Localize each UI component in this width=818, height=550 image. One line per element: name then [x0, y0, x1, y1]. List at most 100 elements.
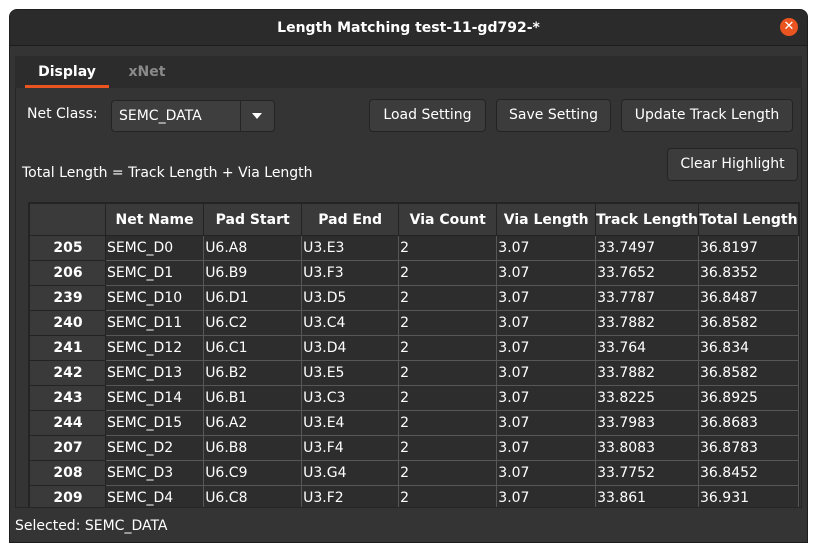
column-header-track-length[interactable]: Track Length — [595, 203, 700, 236]
via-length-cell[interactable]: 3.07 — [496, 285, 597, 311]
via-count-cell[interactable]: 2 — [398, 360, 498, 386]
via-length-cell[interactable]: 3.07 — [496, 460, 597, 486]
total-length-cell[interactable]: 36.8197 — [698, 235, 799, 261]
track-length-cell[interactable]: 33.8225 — [595, 385, 700, 411]
row-number[interactable]: 240 — [29, 310, 106, 336]
length-table[interactable]: Net Name Pad Start Pad End Via Count Via… — [28, 202, 800, 508]
clear-highlight-button[interactable]: Clear Highlight — [667, 148, 798, 181]
pad-start-cell[interactable]: U6.B9 — [203, 260, 303, 286]
tab-display[interactable]: Display — [25, 56, 109, 88]
title-bar[interactable]: Length Matching test-11-gd792-* ✕ — [10, 10, 807, 46]
pad-end-cell[interactable]: U3.F4 — [301, 435, 400, 461]
column-header-pad-start[interactable]: Pad Start — [203, 203, 303, 236]
via-length-cell[interactable]: 3.07 — [496, 410, 597, 436]
table-row[interactable]: 243 SEMC_D14 U6.B1 U3.C3 2 3.07 33.8225 36.8925 — [29, 385, 799, 411]
net-name-cell[interactable]: SEMC_D12 — [104, 335, 205, 361]
net-name-cell[interactable]: SEMC_D1 — [104, 260, 205, 286]
close-button[interactable]: ✕ — [780, 18, 798, 36]
net-name-cell[interactable]: SEMC_D14 — [104, 385, 205, 411]
track-length-cell[interactable]: 33.7882 — [595, 310, 700, 336]
table-row[interactable]: 208 SEMC_D3 U6.C9 U3.G4 2 3.07 33.7752 36.8452 — [29, 460, 799, 486]
pad-end-cell[interactable]: U3.D4 — [301, 335, 400, 361]
total-length-cell[interactable]: 36.8487 — [698, 285, 799, 311]
total-length-cell[interactable]: 36.8582 — [698, 310, 799, 336]
pad-start-cell[interactable]: U6.B8 — [203, 435, 303, 461]
row-number[interactable]: 208 — [29, 460, 106, 486]
track-length-cell[interactable]: 33.7983 — [595, 410, 700, 436]
save-setting-button[interactable]: Save Setting — [496, 99, 611, 132]
table-row[interactable]: 241 SEMC_D12 U6.C1 U3.D4 2 3.07 33.764 36.834 — [29, 335, 799, 361]
pad-end-cell[interactable]: U3.C4 — [301, 310, 400, 336]
pad-start-cell[interactable]: U6.C9 — [203, 460, 303, 486]
column-header-via-length[interactable]: Via Length — [496, 203, 597, 236]
net-name-cell[interactable]: SEMC_D4 — [104, 485, 205, 507]
pad-start-cell[interactable]: U6.D1 — [203, 285, 303, 311]
net-name-cell[interactable]: SEMC_D3 — [104, 460, 205, 486]
via-count-cell[interactable]: 2 — [398, 410, 498, 436]
pad-end-cell[interactable]: U3.E4 — [301, 410, 400, 436]
track-length-cell[interactable]: 33.7882 — [595, 360, 700, 386]
corner-header[interactable] — [29, 203, 106, 236]
via-length-cell[interactable]: 3.07 — [496, 335, 597, 361]
total-length-cell[interactable]: 36.8683 — [698, 410, 799, 436]
track-length-cell[interactable]: 33.7752 — [595, 460, 700, 486]
net-name-cell[interactable]: SEMC_D2 — [104, 435, 205, 461]
table-row[interactable]: 242 SEMC_D13 U6.B2 U3.E5 2 3.07 33.7882 36.8582 — [29, 360, 799, 386]
row-number[interactable]: 243 — [29, 385, 106, 411]
total-length-cell[interactable]: 36.8452 — [698, 460, 799, 486]
track-length-cell[interactable]: 33.861 — [595, 485, 700, 507]
via-count-cell[interactable]: 2 — [398, 335, 498, 361]
total-length-cell[interactable]: 36.931 — [698, 485, 799, 507]
update-track-length-button[interactable]: Update Track Length — [621, 99, 793, 132]
netclass-select[interactable]: SEMC_DATA — [111, 100, 275, 132]
via-length-cell[interactable]: 3.07 — [496, 485, 597, 507]
net-name-cell[interactable]: SEMC_D15 — [104, 410, 205, 436]
total-length-cell[interactable]: 36.8925 — [698, 385, 799, 411]
pad-end-cell[interactable]: U3.C3 — [301, 385, 400, 411]
row-number[interactable]: 207 — [29, 435, 106, 461]
via-count-cell[interactable]: 2 — [398, 260, 498, 286]
via-length-cell[interactable]: 3.07 — [496, 260, 597, 286]
row-number[interactable]: 206 — [29, 260, 106, 286]
row-number[interactable]: 209 — [29, 485, 106, 507]
pad-start-cell[interactable]: U6.C8 — [203, 485, 303, 507]
pad-end-cell[interactable]: U3.D5 — [301, 285, 400, 311]
via-count-cell[interactable]: 2 — [398, 485, 498, 507]
pad-end-cell[interactable]: U3.G4 — [301, 460, 400, 486]
column-header-via-count[interactable]: Via Count — [398, 203, 498, 236]
via-count-cell[interactable]: 2 — [398, 460, 498, 486]
via-length-cell[interactable]: 3.07 — [496, 360, 597, 386]
via-count-cell[interactable]: 2 — [398, 285, 498, 311]
net-name-cell[interactable]: SEMC_D11 — [104, 310, 205, 336]
table-row[interactable]: 239 SEMC_D10 U6.D1 U3.D5 2 3.07 33.7787 36.8487 — [29, 285, 799, 311]
row-number[interactable]: 242 — [29, 360, 106, 386]
net-name-cell[interactable]: SEMC_D13 — [104, 360, 205, 386]
track-length-cell[interactable]: 33.7497 — [595, 235, 700, 261]
table-row[interactable]: 209 SEMC_D4 U6.C8 U3.F2 2 3.07 33.861 36.931 — [29, 485, 799, 507]
net-name-cell[interactable]: SEMC_D10 — [104, 285, 205, 311]
via-count-cell[interactable]: 2 — [398, 385, 498, 411]
row-number[interactable]: 241 — [29, 335, 106, 361]
total-length-cell[interactable]: 36.8352 — [698, 260, 799, 286]
net-name-cell[interactable]: SEMC_D0 — [104, 235, 205, 261]
pad-start-cell[interactable]: U6.B1 — [203, 385, 303, 411]
tab-xnet[interactable]: xNet — [111, 56, 183, 88]
via-length-cell[interactable]: 3.07 — [496, 385, 597, 411]
table-row[interactable]: 240 SEMC_D11 U6.C2 U3.C4 2 3.07 33.7882 36.8582 — [29, 310, 799, 336]
pad-end-cell[interactable]: U3.E5 — [301, 360, 400, 386]
track-length-cell[interactable]: 33.764 — [595, 335, 700, 361]
pad-end-cell[interactable]: U3.F3 — [301, 260, 400, 286]
column-header-total-length[interactable]: Total Length — [698, 203, 799, 236]
via-length-cell[interactable]: 3.07 — [496, 310, 597, 336]
row-number[interactable]: 205 — [29, 235, 106, 261]
table-row[interactable]: 205 SEMC_D0 U6.A8 U3.E3 2 3.07 33.7497 36.8197 — [29, 235, 799, 261]
table-row[interactable]: 244 SEMC_D15 U6.A2 U3.E4 2 3.07 33.7983 36.8683 — [29, 410, 799, 436]
row-number[interactable]: 239 — [29, 285, 106, 311]
load-setting-button[interactable]: Load Setting — [369, 99, 486, 132]
row-number[interactable]: 244 — [29, 410, 106, 436]
total-length-cell[interactable]: 36.8582 — [698, 360, 799, 386]
column-header-pad-end[interactable]: Pad End — [301, 203, 400, 236]
table-row[interactable]: 207 SEMC_D2 U6.B8 U3.F4 2 3.07 33.8083 36.8783 — [29, 435, 799, 461]
pad-end-cell[interactable]: U3.E3 — [301, 235, 400, 261]
via-count-cell[interactable]: 2 — [398, 235, 498, 261]
